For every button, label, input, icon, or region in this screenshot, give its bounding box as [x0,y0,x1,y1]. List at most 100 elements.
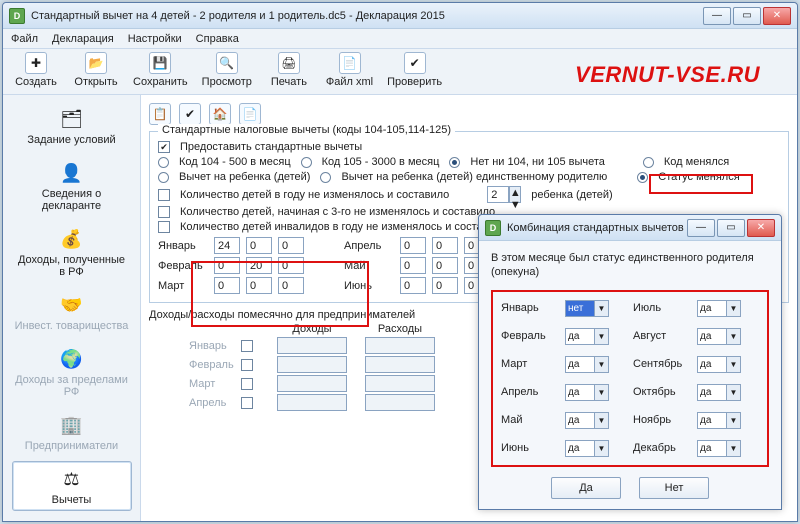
tool-print[interactable]: 🖨Печать [266,52,312,88]
chevron-down-icon[interactable]: ▼ [595,328,609,345]
mar-v2[interactable] [246,277,272,294]
chk-children-count[interactable] [158,189,170,201]
mar-v1[interactable] [214,277,240,294]
radio-code104[interactable] [158,157,169,168]
may-v2[interactable] [432,257,458,274]
pred-chk-mar[interactable] [241,378,253,390]
tool-check[interactable]: ✔Проверить [387,52,442,88]
income-rf-icon: 💰 [57,226,87,252]
dd-sep[interactable]: ▼ [697,356,741,373]
radio-none[interactable] [449,157,460,168]
feb-v2[interactable] [246,257,272,274]
tool-open[interactable]: 📂Открыть [73,52,119,88]
sidebar-invest: 🤝Инвест. товарищества [12,287,132,337]
spin-children-value[interactable] [487,186,509,203]
mini-form-icon[interactable]: 📋 [149,103,171,125]
dialog-yes-button[interactable]: Да [551,477,621,499]
dialog-close-button[interactable]: ✕ [747,219,775,237]
dialog-description: В этом месяце был статус единственного р… [491,251,769,280]
chevron-down-icon[interactable]: ▼ [727,412,741,429]
jan-v3[interactable] [278,237,304,254]
jan-v2[interactable] [246,237,272,254]
dialog-no-button[interactable]: Нет [639,477,709,499]
maximize-button[interactable]: ▭ [733,7,761,25]
mini-house-icon[interactable]: 🏠 [209,103,231,125]
menu-file[interactable]: Файл [11,33,38,45]
chevron-down-icon[interactable]: ▼ [595,300,609,317]
radio-code-changed[interactable] [643,157,654,168]
dd-may[interactable]: ▼ [565,412,609,429]
chevron-down-icon[interactable]: ▼ [595,412,609,429]
menubar: Файл Декларация Настройки Справка [3,29,797,49]
entrepreneur-icon: 🏢 [57,412,87,438]
spin-children[interactable]: ▲▼ [487,186,521,203]
dd-dec[interactable]: ▼ [697,440,741,457]
pred-mar-income [277,375,347,392]
dd-jun[interactable]: ▼ [565,440,609,457]
pred-chk-jan[interactable] [241,340,253,352]
menu-help[interactable]: Справка [196,33,239,45]
may-v1[interactable] [400,257,426,274]
chevron-down-icon[interactable]: ▼ [727,300,741,317]
chk-provide-label: Предоставить стандартные вычеты [180,141,362,153]
tool-xml[interactable]: 📄Файл xml [326,52,373,88]
dd-apr[interactable]: ▼ [565,384,609,401]
mini-check-icon[interactable]: ✔ [179,103,201,125]
pred-feb-income [277,356,347,373]
chevron-down-icon[interactable]: ▼ [595,356,609,373]
feb-v1[interactable] [214,257,240,274]
spin-down-icon[interactable]: ▼ [510,199,520,211]
deductions-icon: ⚖ [57,466,87,492]
chk-children-disabled[interactable] [158,221,170,233]
sidebar-income-rf[interactable]: 💰Доходы, полученные в РФ [12,221,132,283]
feb-v3[interactable] [278,257,304,274]
jun-v1[interactable] [400,277,426,294]
dd-jan[interactable]: ▼ [565,300,609,317]
chevron-down-icon[interactable]: ▼ [727,328,741,345]
jan-v1[interactable] [214,237,240,254]
chevron-down-icon[interactable]: ▼ [727,384,741,401]
apr-v1[interactable] [400,237,426,254]
dd-jul[interactable]: ▼ [697,300,741,317]
dialog-months-frame: Январь▼ Февраль▼ Март▼ Апрель▼ Май▼ Июнь… [491,290,769,467]
radio-code105[interactable] [301,157,312,168]
chk-children3[interactable] [158,206,170,218]
radio-status-changed[interactable] [637,172,648,183]
apr-v2[interactable] [432,237,458,254]
print-icon: 🖨 [278,52,300,74]
sidebar-conditions[interactable]: 🗂Задание условий [12,101,132,151]
mar-v3[interactable] [278,277,304,294]
menu-settings[interactable]: Настройки [128,33,182,45]
pred-apr-expense [365,394,435,411]
sidebar-declarant[interactable]: 👤Сведения о декларанте [12,155,132,217]
dd-aug[interactable]: ▼ [697,328,741,345]
dd-mar[interactable]: ▼ [565,356,609,373]
sidebar-deductions[interactable]: ⚖Вычеты [12,461,132,511]
radio-child[interactable] [158,172,169,183]
minimize-button[interactable]: — [703,7,731,25]
dd-oct[interactable]: ▼ [697,384,741,401]
dialog-minimize-button[interactable]: — [687,219,715,237]
spin-up-icon[interactable]: ▲ [510,187,520,199]
sidebar-income-foreign: 🌍Доходы за пределами РФ [12,341,132,403]
tool-preview[interactable]: 🔍Просмотр [202,52,252,88]
chevron-down-icon[interactable]: ▼ [595,384,609,401]
mini-doc-icon[interactable]: 📄 [239,103,261,125]
pred-chk-feb[interactable] [241,359,253,371]
close-button[interactable]: ✕ [763,7,791,25]
tool-create[interactable]: ✚Создать [13,52,59,88]
dd-nov[interactable]: ▼ [697,412,741,429]
jun-v2[interactable] [432,277,458,294]
app-icon: D [9,8,25,24]
dialog-maximize-button[interactable]: ▭ [717,219,745,237]
save-icon: 💾 [149,52,171,74]
tool-save[interactable]: 💾Сохранить [133,52,188,88]
radio-child-single[interactable] [320,172,331,183]
dd-feb[interactable]: ▼ [565,328,609,345]
chevron-down-icon[interactable]: ▼ [727,440,741,457]
menu-declaration[interactable]: Декларация [52,33,114,45]
chevron-down-icon[interactable]: ▼ [595,440,609,457]
chk-provide[interactable]: ✔ [158,141,170,153]
chevron-down-icon[interactable]: ▼ [727,356,741,373]
pred-chk-apr[interactable] [241,397,253,409]
